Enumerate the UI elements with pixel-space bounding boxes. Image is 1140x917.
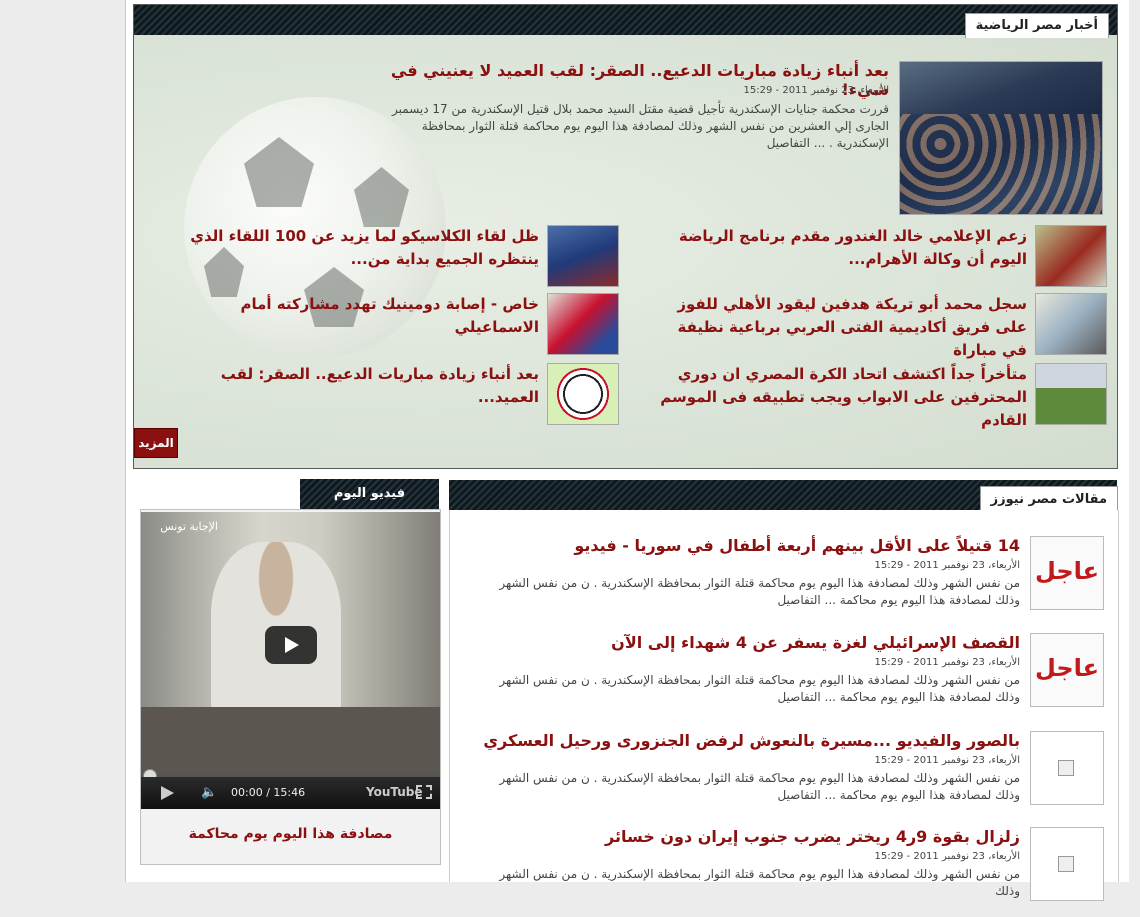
news-item-title[interactable]: متأخراً جداً اكتشف اتحاد الكرة المصري ان…	[657, 363, 1027, 432]
articles-header-title: مقالات مصر نيوزز	[979, 486, 1118, 513]
news-item-title[interactable]: ظل لقاء الكلاسيكو لما يزيد عن 100 اللقاء…	[169, 225, 539, 271]
news-thumbnail[interactable]	[1035, 225, 1107, 287]
article-item[interactable]: عاجل القصف الإسرائيلي لغزة يسفر عن 4 شهد…	[450, 633, 1118, 723]
video-box: الإجابة تونس 🔈 00:00 / 15:46 YouTube مصا…	[140, 509, 441, 865]
article-thumbnail[interactable]	[1030, 731, 1104, 805]
news-item-title[interactable]: زعم الإعلامي خالد الغندور مقدم برنامج ال…	[657, 225, 1027, 271]
sports-news-box: أخبار مصر الرياضية بعد أنباء زيادة مباري…	[133, 4, 1118, 469]
news-item-title[interactable]: خاص - إصابة دومينيك تهدد مشاركته أمام ال…	[169, 293, 539, 339]
video-controls: 🔈 00:00 / 15:46 YouTube	[141, 777, 440, 809]
article-summary: من نفس الشهر وذلك لمصادفة هذا اليوم يوم …	[499, 576, 1020, 607]
video-player[interactable]: الإجابة تونس 🔈 00:00 / 15:46 YouTube	[141, 512, 440, 809]
volume-icon[interactable]: 🔈	[201, 785, 217, 800]
egypt-fa-logo-thumbnail[interactable]	[547, 363, 619, 425]
article-summary: من نفس الشهر وذلك لمصادفة هذا اليوم يوم …	[499, 771, 1020, 802]
article-thumbnail[interactable]	[1030, 827, 1104, 901]
article-title[interactable]: بالصور والفيديو ...مسيرة بالنعوش لرفض ال…	[460, 731, 1020, 750]
news-item-title[interactable]: بعد أنباء زيادة مباريات الدعيع.. الصقر: …	[169, 363, 539, 409]
main-news-date: الأربعاء، 23 نوفمبر 2011 - 15:29	[743, 85, 889, 96]
broken-image-icon	[1058, 856, 1074, 872]
article-date: الأربعاء، 23 نوفمبر 2011 - 15:29	[874, 755, 1020, 766]
news-item[interactable]: بعد أنباء زيادة مباريات الدعيع.. الصقر: …	[159, 363, 619, 425]
article-title[interactable]: 14 قتيلاً على الأقل بينهم أربعة أطفال في…	[460, 536, 1020, 555]
video-title[interactable]: الإجابة تونس	[160, 520, 218, 533]
article-item[interactable]: زلزال بقوة 9ر4 ريختر يضرب جنوب إيران دون…	[450, 827, 1118, 917]
news-item[interactable]: زعم الإعلامي خالد الغندور مقدم برنامج ال…	[647, 225, 1107, 287]
play-icon[interactable]	[161, 786, 174, 800]
urgent-thumbnail[interactable]: عاجل	[1030, 536, 1104, 610]
article-summary: من نفس الشهر وذلك لمصادفة هذا اليوم يوم …	[499, 867, 1020, 898]
fullscreen-icon[interactable]	[416, 785, 432, 799]
article-title[interactable]: زلزال بقوة 9ر4 ريختر يضرب جنوب إيران دون…	[460, 827, 1020, 846]
news-item[interactable]: خاص - إصابة دومينيك تهدد مشاركته أمام ال…	[159, 293, 619, 355]
more-button[interactable]: المزيد	[134, 428, 178, 458]
article-date: الأربعاء، 23 نوفمبر 2011 - 15:29	[874, 851, 1020, 862]
main-news-image[interactable]	[899, 61, 1103, 215]
news-item[interactable]: سجل محمد أبو تريكة هدفين ليقود الأهلي لل…	[647, 293, 1107, 359]
urgent-thumbnail[interactable]: عاجل	[1030, 633, 1104, 707]
video-time: 00:00 / 15:46	[231, 786, 306, 799]
article-date: الأربعاء، 23 نوفمبر 2011 - 15:29	[874, 560, 1020, 571]
article-item[interactable]: عاجل 14 قتيلاً على الأقل بينهم أربعة أطف…	[450, 536, 1118, 626]
broken-image-icon	[1058, 760, 1074, 776]
news-thumbnail[interactable]	[1035, 363, 1107, 425]
news-item[interactable]: ظل لقاء الكلاسيكو لما يزيد عن 100 اللقاء…	[159, 225, 619, 287]
sports-header-title: أخبار مصر الرياضية	[964, 13, 1109, 38]
article-item[interactable]: بالصور والفيديو ...مسيرة بالنعوش لرفض ال…	[450, 731, 1118, 821]
youtube-logo[interactable]: YouTube	[366, 785, 423, 799]
article-date: الأربعاء، 23 نوفمبر 2011 - 15:29	[874, 657, 1020, 668]
video-caption[interactable]: مصادفة هذا اليوم يوم محاكمة	[141, 826, 440, 842]
news-item[interactable]: متأخراً جداً اكتشف اتحاد الكرة المصري ان…	[647, 363, 1107, 429]
news-thumbnail[interactable]	[1035, 293, 1107, 355]
article-summary: من نفس الشهر وذلك لمصادفة هذا اليوم يوم …	[499, 673, 1020, 704]
news-thumbnail[interactable]	[547, 293, 619, 355]
main-news-summary: قررت محكمة جنايات الإسكندرية تأجيل قضية …	[392, 102, 889, 150]
articles-box: عاجل 14 قتيلاً على الأقل بينهم أربعة أطف…	[449, 510, 1119, 901]
article-title[interactable]: القصف الإسرائيلي لغزة يسفر عن 4 شهداء إل…	[460, 633, 1020, 652]
play-button-icon[interactable]	[265, 626, 317, 664]
news-thumbnail[interactable]	[547, 225, 619, 287]
news-item-title[interactable]: سجل محمد أبو تريكة هدفين ليقود الأهلي لل…	[657, 293, 1027, 362]
video-header-title: فيديو اليوم	[300, 479, 439, 509]
